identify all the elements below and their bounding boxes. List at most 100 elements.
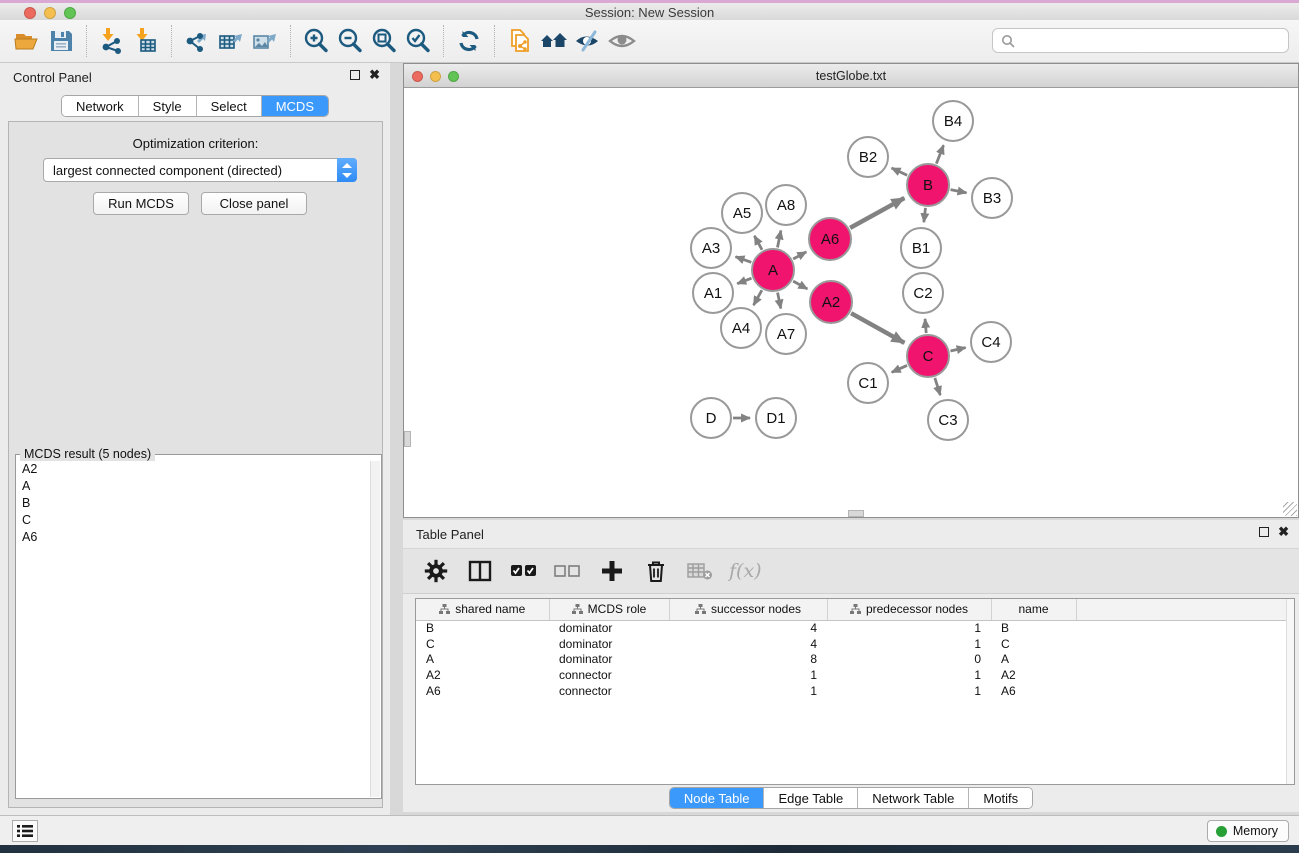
cell-successor_nodes[interactable]: 4 [669,636,827,652]
column-header-successor_nodes[interactable]: successor nodes [669,599,827,620]
graph-edge-A-A1[interactable] [737,278,751,283]
column-header-mcds_role[interactable]: MCDS role [549,599,669,620]
column-header-predecessor_nodes[interactable]: predecessor nodes [827,599,991,620]
export-network-icon[interactable] [180,24,214,58]
unselect-all-columns-icon[interactable] [553,556,583,586]
graph-edge-A-A6[interactable] [793,252,806,259]
graph-edge-A-A3[interactable] [736,257,752,263]
graph-edge-A-A7[interactable] [778,293,781,309]
table-scrollbar[interactable] [1286,599,1294,784]
graph-edge-A6-B[interactable] [850,198,904,228]
cell-name[interactable]: C [991,636,1076,652]
zoom-in-icon[interactable] [299,24,333,58]
network-canvas[interactable]: AA1A2A3A4A5A6A7A8BB1B2B3B4CC1C2C3C4DD1 [404,88,1298,517]
export-table-icon[interactable] [214,24,248,58]
cell-mcds_role[interactable]: connector [549,683,669,699]
graph-edge-C-C2[interactable] [925,319,926,333]
cell-shared_name[interactable]: A6 [416,683,549,699]
cell-name[interactable]: A [991,652,1076,668]
network-window-titlebar[interactable]: testGlobe.txt [404,64,1298,88]
mcds-result-item[interactable]: A6 [17,528,370,545]
tab-mcds[interactable]: MCDS [262,96,328,116]
show-columns-icon[interactable] [465,556,495,586]
cell-mcds_role[interactable]: dominator [549,652,669,668]
cell-mcds_role[interactable]: dominator [549,636,669,652]
cell-shared_name[interactable]: A2 [416,667,549,683]
graph-edge-B-B2[interactable] [892,168,908,175]
cell-shared_name[interactable]: B [416,620,549,636]
canvas-left-grip[interactable] [404,431,411,447]
canvas-bottom-grip[interactable] [848,510,864,517]
table-row[interactable]: Adominator80A [416,652,1288,668]
table-row[interactable]: A2connector11A2 [416,667,1288,683]
cell-predecessor_nodes[interactable]: 1 [827,636,991,652]
table-row[interactable]: A6connector11A6 [416,683,1288,699]
graph-edge-C-C1[interactable] [892,365,907,372]
graph-edge-A-A8[interactable] [778,230,781,247]
cell-predecessor_nodes[interactable]: 1 [827,667,991,683]
cell-predecessor_nodes[interactable]: 1 [827,683,991,699]
cell-name[interactable]: A2 [991,667,1076,683]
tab-edge-table[interactable]: Edge Table [764,788,858,808]
column-header-name[interactable]: name [991,599,1076,620]
zoom-out-icon[interactable] [333,24,367,58]
tab-select[interactable]: Select [197,96,262,116]
mcds-result-item[interactable]: B [17,495,370,512]
table-settings-gear-icon[interactable] [421,556,451,586]
zoom-selected-icon[interactable] [401,24,435,58]
close-panel-button[interactable]: Close panel [201,192,307,215]
export-image-icon[interactable] [248,24,282,58]
refresh-icon[interactable] [452,24,486,58]
cell-shared_name[interactable]: A [416,652,549,668]
search-input[interactable] [1021,34,1280,48]
network-home-icon[interactable] [537,24,571,58]
cell-name[interactable]: A6 [991,683,1076,699]
graph-edge-B-B3[interactable] [951,190,967,193]
hide-eye-icon[interactable] [571,24,605,58]
search-field[interactable] [992,28,1289,53]
cell-shared_name[interactable]: C [416,636,549,652]
task-history-button[interactable] [12,820,38,842]
cell-name[interactable]: B [991,620,1076,636]
mcds-result-item[interactable]: A [17,478,370,495]
mcds-result-item[interactable]: C [17,511,370,528]
clone-network-icon[interactable] [503,24,537,58]
graph-edge-A-A2[interactable] [793,281,807,289]
window-resize-grip[interactable] [1283,502,1297,516]
import-table-icon[interactable] [129,24,163,58]
mcds-result-item[interactable]: A2 [17,461,370,478]
cell-mcds_role[interactable]: connector [549,667,669,683]
cell-successor_nodes[interactable]: 4 [669,620,827,636]
cell-successor_nodes[interactable]: 1 [669,667,827,683]
save-session-icon[interactable] [44,24,78,58]
close-table-panel-icon[interactable]: ✖ [1278,527,1289,537]
graph-edge-B-B4[interactable] [936,145,943,163]
graph-edge-A-A5[interactable] [754,236,762,250]
column-header-shared_name[interactable]: shared name [416,599,549,620]
tab-motifs[interactable]: Motifs [969,788,1032,808]
close-panel-icon[interactable]: ✖ [369,70,380,80]
zoom-fit-icon[interactable] [367,24,401,58]
graph-edge-A-A4[interactable] [754,290,762,305]
table-row[interactable]: Bdominator41B [416,620,1288,636]
table-row[interactable]: Cdominator41C [416,636,1288,652]
tab-style[interactable]: Style [139,96,197,116]
optimization-criterion-select[interactable]: largest connected component (directed) [43,158,357,182]
memory-button[interactable]: Memory [1207,820,1289,842]
show-eye-icon[interactable] [605,24,639,58]
open-session-icon[interactable] [10,24,44,58]
import-network-icon[interactable] [95,24,129,58]
cell-predecessor_nodes[interactable]: 0 [827,652,991,668]
tab-network[interactable]: Network [62,96,139,116]
delete-column-icon[interactable] [641,556,671,586]
graph-edge-C-C3[interactable] [935,378,940,395]
tab-node-table[interactable]: Node Table [670,788,765,808]
graph-edge-C-C4[interactable] [950,348,965,351]
cell-predecessor_nodes[interactable]: 1 [827,620,991,636]
mcds-list-scrollbar[interactable] [370,461,380,797]
float-panel-icon[interactable] [350,70,360,80]
tab-network-table[interactable]: Network Table [858,788,969,808]
cell-mcds_role[interactable]: dominator [549,620,669,636]
graph-edge-B-B1[interactable] [924,208,926,222]
float-table-panel-icon[interactable] [1259,527,1269,537]
